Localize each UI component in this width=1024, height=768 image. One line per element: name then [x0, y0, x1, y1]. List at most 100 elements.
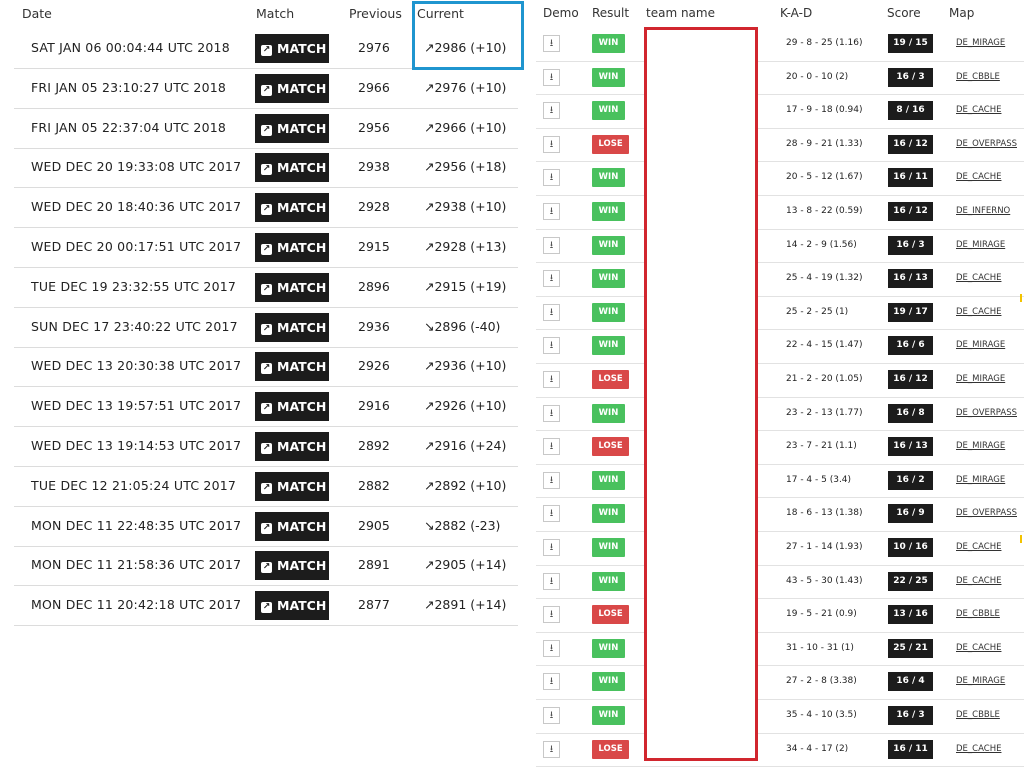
download-demo-icon[interactable]: ⭳: [543, 707, 560, 724]
match-button[interactable]: ↗ MATCH: [255, 471, 329, 501]
rank-history-row: WED DEC 20 19:33:08 UTC 2017 ↗ MATCH 2938 ↗2…: [14, 147, 518, 189]
result-badge: WIN: [592, 336, 625, 356]
match-button[interactable]: ↗ MATCH: [255, 34, 329, 63]
match-button[interactable]: ↗ MATCH: [255, 113, 329, 143]
map-link[interactable]: DE_MIRAGE: [956, 374, 1005, 384]
score-badge: 8 / 16: [888, 101, 933, 121]
match-button[interactable]: ↗ MATCH: [255, 193, 329, 223]
match-button[interactable]: ↗ MATCH: [255, 73, 329, 103]
map-link[interactable]: DE_CACHE: [956, 273, 1001, 283]
match-button[interactable]: ↗ MATCH: [255, 551, 329, 581]
score-badge: 16 / 12: [888, 202, 933, 221]
map-link[interactable]: DE_MIRAGE: [956, 38, 1005, 48]
match-button[interactable]: ↗ MATCH: [255, 312, 329, 342]
previous-rank: 2976: [358, 40, 390, 55]
rank-history-row: TUE DEC 19 23:32:55 UTC 2017 ↗ MATCH 2896 ↗2…: [14, 267, 518, 308]
result-badge: WIN: [592, 269, 625, 289]
kad-stat: 17 - 9 - 18 (0.94): [786, 105, 863, 116]
match-date: WED DEC 20 00:17:51 UTC 2017: [31, 239, 242, 254]
rank-history-row: MON DEC 11 20:42:18 UTC 2017 ↗ MATCH 2877 ↗2…: [14, 585, 518, 627]
download-demo-icon[interactable]: ⭳: [543, 169, 560, 187]
rank-history-row: FRI JAN 05 22:37:04 UTC 2018 ↗ MATCH 2956 ↗2…: [14, 108, 518, 149]
rank-history-row: MON DEC 11 22:48:35 UTC 2017 ↗ MATCH 2905 ↘2…: [14, 506, 518, 547]
rank-history-row: MON DEC 11 21:58:36 UTC 2017 ↗ MATCH 2891 ↗2…: [14, 545, 518, 587]
map-link[interactable]: DE_CACHE: [956, 105, 1001, 115]
download-demo-icon[interactable]: ⭳: [543, 572, 560, 590]
map-link[interactable]: DE_OVERPASS: [956, 139, 1017, 149]
score-badge: 16 / 3: [888, 706, 933, 725]
match-date: FRI JAN 05 23:10:27 UTC 2018: [31, 79, 227, 95]
kad-stat: 34 - 4 - 17 (2): [786, 743, 849, 754]
map-link[interactable]: DE_CBBLE: [956, 72, 1000, 82]
download-demo-icon[interactable]: ⭳: [543, 337, 560, 355]
score-badge: 13 / 16: [888, 605, 933, 625]
match-button[interactable]: ↗ MATCH: [255, 511, 329, 541]
download-demo-icon[interactable]: ⭳: [543, 203, 560, 220]
match-button[interactable]: ↗ MATCH: [255, 233, 329, 262]
external-link-icon: ↗: [261, 244, 272, 255]
download-demo-icon[interactable]: ⭳: [543, 606, 560, 624]
rank-history-row: SUN DEC 17 23:40:22 UTC 2017 ↗ MATCH 2936 ↘2…: [14, 307, 518, 348]
download-demo-icon[interactable]: ⭳: [543, 539, 560, 556]
download-demo-icon[interactable]: ⭳: [543, 102, 560, 120]
download-demo-icon[interactable]: ⭳: [543, 35, 560, 52]
map-link[interactable]: DE_CBBLE: [956, 710, 1000, 720]
external-link-icon: ↗: [261, 323, 272, 335]
score-badge: 16 / 13: [888, 269, 933, 289]
download-demo-icon[interactable]: ⭳: [543, 270, 560, 288]
match-button[interactable]: ↗ MATCH: [255, 272, 329, 302]
previous-rank: 2926: [358, 358, 390, 374]
rank-history-row: WED DEC 13 19:14:53 UTC 2017 ↗ MATCH 2892 ↗2…: [14, 426, 518, 467]
kad-stat: 21 - 2 - 20 (1.05): [786, 374, 863, 384]
download-demo-icon[interactable]: ⭳: [543, 303, 560, 321]
external-link-icon: ↗: [261, 283, 272, 295]
match-button[interactable]: ↗ MATCH: [255, 392, 329, 422]
map-link[interactable]: DE_MIRAGE: [956, 340, 1005, 350]
map-link[interactable]: DE_MIRAGE: [956, 240, 1005, 250]
score-badge: 16 / 12: [888, 370, 933, 389]
match-button-label: MATCH: [277, 240, 327, 255]
result-badge: LOSE: [592, 437, 629, 457]
map-link[interactable]: DE_CBBLE: [956, 609, 1000, 619]
match-button[interactable]: ↗ MATCH: [255, 591, 329, 621]
map-link[interactable]: DE_CACHE: [956, 542, 1001, 552]
download-demo-icon[interactable]: ⭳: [543, 135, 560, 153]
external-link-icon: ↗: [261, 164, 272, 176]
download-demo-icon[interactable]: ⭳: [543, 236, 560, 254]
match-button[interactable]: ↗ MATCH: [255, 432, 329, 461]
map-link[interactable]: DE_MIRAGE: [956, 441, 1005, 451]
map-link[interactable]: DE_OVERPASS: [956, 408, 1017, 418]
download-demo-icon[interactable]: ⭳: [543, 673, 560, 691]
download-demo-icon[interactable]: ⭳: [543, 639, 560, 657]
match-button-label: MATCH: [277, 558, 327, 574]
team-name-redaction: [644, 27, 758, 761]
match-button[interactable]: ↗ MATCH: [255, 153, 329, 183]
map-link[interactable]: DE_CACHE: [956, 744, 1001, 754]
match-button-label: MATCH: [277, 359, 327, 375]
download-demo-icon[interactable]: ⭳: [543, 740, 560, 758]
map-link[interactable]: DE_CACHE: [956, 643, 1001, 653]
kad-stat: 23 - 2 - 13 (1.77): [786, 407, 863, 418]
download-demo-icon[interactable]: ⭳: [543, 404, 560, 422]
map-link[interactable]: DE_INFERNO: [956, 206, 1010, 216]
score-badge: 19 / 17: [888, 302, 933, 322]
download-demo-icon[interactable]: ⭳: [543, 68, 560, 86]
current-rank: ↗2916 (+24): [424, 438, 507, 453]
match-button[interactable]: ↗ MATCH: [255, 352, 329, 382]
previous-rank: 2905: [358, 517, 390, 533]
map-link[interactable]: DE_MIRAGE: [956, 676, 1005, 686]
map-link[interactable]: DE_CACHE: [956, 307, 1001, 317]
map-link[interactable]: DE_CACHE: [956, 172, 1001, 182]
map-link[interactable]: DE_OVERPASS: [956, 508, 1017, 518]
download-demo-icon[interactable]: ⭳: [543, 438, 560, 456]
download-demo-icon[interactable]: ⭳: [543, 505, 560, 523]
previous-rank: 2877: [358, 597, 390, 613]
map-link[interactable]: DE_MIRAGE: [956, 475, 1005, 485]
edge-marker: [1020, 294, 1022, 302]
download-demo-icon[interactable]: ⭳: [543, 371, 560, 388]
previous-rank: 2896: [358, 278, 390, 294]
match-results-header: Demo Result team name K-A-D Score Map: [536, 0, 1024, 26]
match-date: TUE DEC 19 23:32:55 UTC 2017: [31, 278, 237, 294]
map-link[interactable]: DE_CACHE: [956, 576, 1001, 586]
download-demo-icon[interactable]: ⭳: [543, 471, 560, 489]
